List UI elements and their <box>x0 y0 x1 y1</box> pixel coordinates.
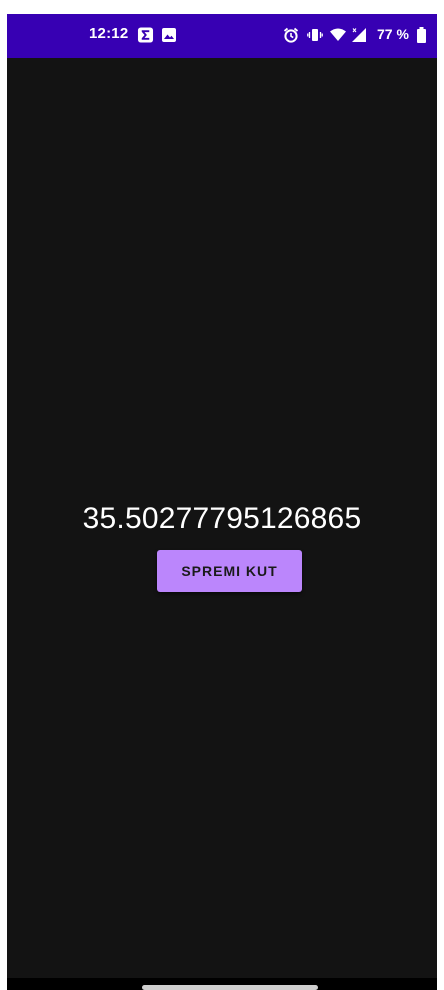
battery-icon <box>417 27 426 43</box>
navigation-bar <box>7 978 437 990</box>
home-indicator[interactable] <box>142 985 318 990</box>
battery-percentage: 77 % <box>377 26 409 42</box>
status-bar: 12:12 77 % <box>7 14 437 58</box>
signal-icon <box>352 28 366 42</box>
save-angle-button[interactable]: SPREMI KUT <box>157 550 302 592</box>
status-time: 12:12 <box>89 25 129 42</box>
alarm-icon <box>283 27 299 43</box>
sigma-icon <box>137 27 154 43</box>
app-screen: 12:12 77 % 35.50277795126865 SPREMI KUT <box>7 14 437 990</box>
image-icon <box>162 28 176 42</box>
angle-value-text: 35.50277795126865 <box>82 502 362 535</box>
vibrate-icon <box>307 29 323 41</box>
wifi-icon <box>330 28 346 41</box>
main-content: 35.50277795126865 SPREMI KUT <box>7 58 437 978</box>
